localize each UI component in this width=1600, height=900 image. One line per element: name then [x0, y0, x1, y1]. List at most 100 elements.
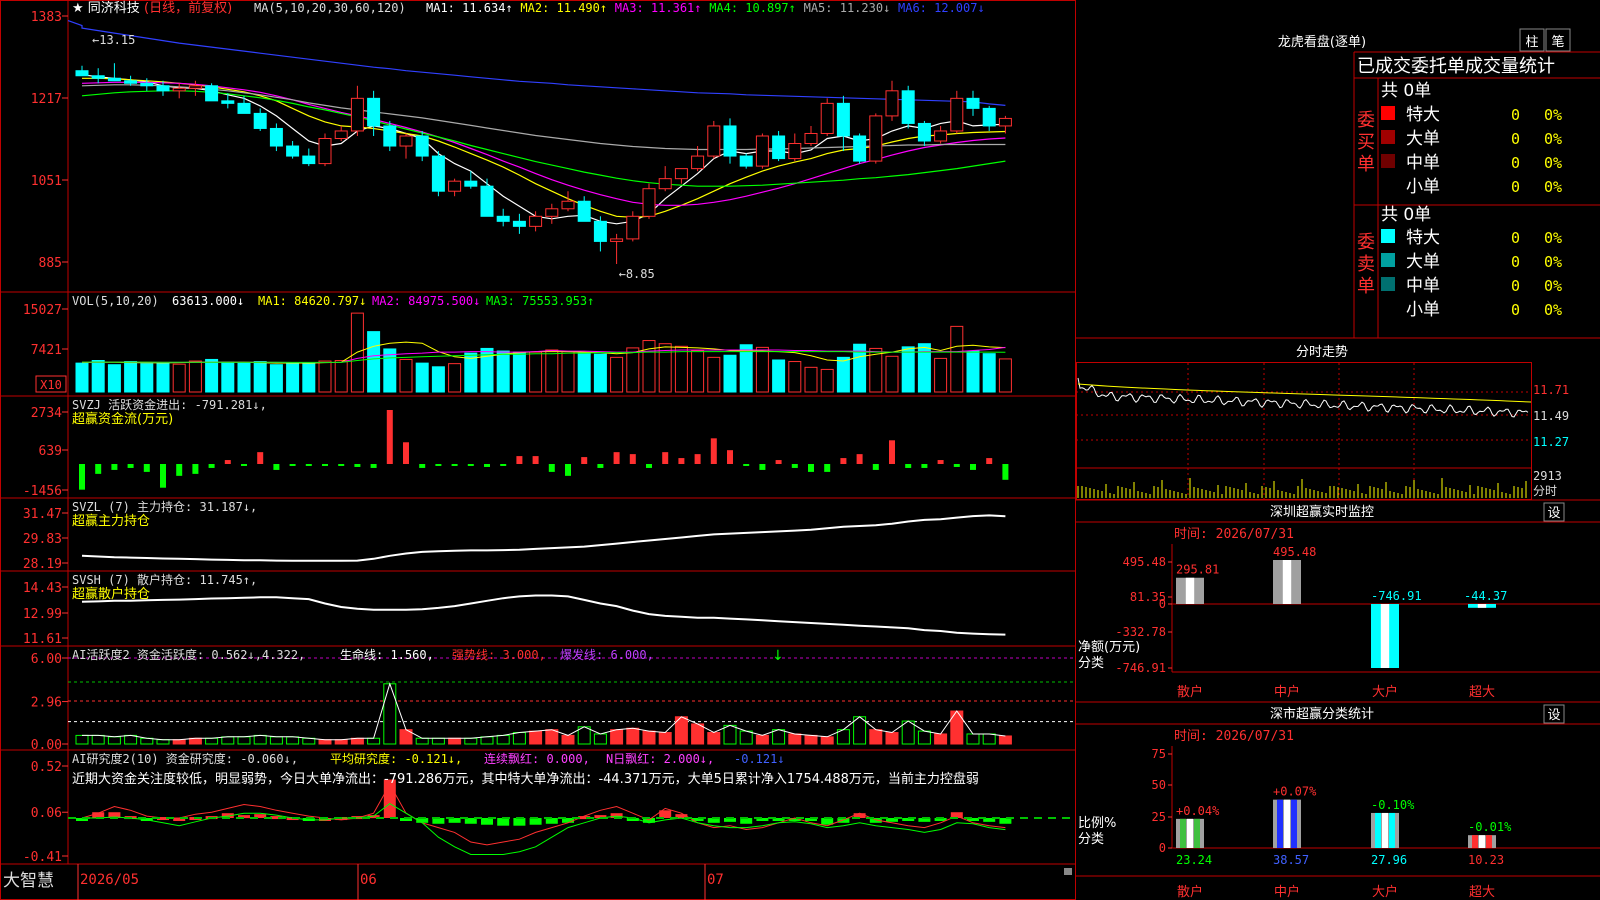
svzj-ytick: 639	[39, 444, 62, 459]
fund-flow-bar	[856, 454, 863, 464]
down-arrow-icon: ↓	[772, 648, 784, 664]
row-pct: 0%	[1544, 301, 1562, 319]
ma-params: MA(5,10,20,30,60,120)	[254, 1, 406, 15]
svzl-subtitle: 超赢主力持仓	[72, 513, 150, 529]
fund-flow-bar	[808, 464, 814, 472]
activity-bar	[496, 734, 510, 745]
activity-bar	[610, 729, 624, 745]
candle	[253, 112, 267, 129]
row-name: 小单	[1406, 177, 1440, 197]
legend-square	[1381, 229, 1395, 243]
xaxis-date: 06	[360, 872, 377, 888]
fund-flow-bar	[338, 464, 345, 466]
fund-flow-bar	[451, 464, 458, 466]
fund-flow-bar	[662, 452, 669, 464]
strong-line-label: 强势线: 3.000,	[452, 648, 546, 662]
volume-bar	[269, 364, 283, 393]
side-panels: 龙虎看盘(逐单) 柱笔已成交委托单成交量统计委买单委卖单共 0单共 0单特大 0 0%…	[1076, 0, 1600, 900]
activity-bar	[885, 732, 899, 745]
fund-flow-bar	[403, 442, 409, 464]
ratio-change-label: -0.10%	[1371, 798, 1415, 812]
fund-flow-bar	[548, 464, 555, 472]
volume-bar	[804, 366, 818, 393]
ratio-bar-stripe	[1472, 835, 1478, 848]
ratio-bar-stripe	[1375, 812, 1381, 848]
net-bar-3-highlight	[1477, 604, 1487, 608]
candle	[205, 85, 219, 102]
candle	[448, 180, 462, 192]
fund-flow-bar	[419, 464, 426, 468]
ma-line-1	[81, 74, 1006, 225]
candle	[626, 215, 640, 240]
kline-chart-area[interactable]: ★ 同济科技 (日线，前复权) MA(5,10,20,30,60,120) MA1: …	[0, 0, 1076, 900]
ma-value-2: MA2: 11.490↑	[520, 1, 607, 15]
fund-flow-bar	[953, 464, 960, 467]
svzj-subtitle: 超赢资金流(万元)	[72, 411, 173, 427]
dragon-title: 龙虎看盘(逐单)	[1278, 34, 1366, 50]
fund-flow-bar	[613, 452, 620, 464]
candle	[237, 102, 251, 114]
column-button-label: 柱	[1525, 35, 1538, 50]
candle	[788, 143, 802, 160]
row-count: 0	[1511, 154, 1520, 172]
activity-bar	[804, 734, 818, 745]
svzl-ytick: 31.47	[23, 507, 62, 522]
fund-flow-bar	[224, 460, 231, 464]
fund-flow-bar	[872, 464, 879, 470]
ratio-value: 23.24	[1176, 853, 1212, 867]
svzl-ytick: 28.19	[23, 557, 62, 572]
volume-bar	[982, 353, 996, 393]
volume-bar	[593, 353, 607, 393]
fund-flow-bar	[192, 464, 199, 474]
activity-bar	[820, 736, 834, 745]
ratio-bar-highlight	[1479, 835, 1485, 848]
activity-bar	[788, 733, 802, 745]
candle	[188, 85, 202, 89]
candle	[464, 180, 478, 187]
candle	[853, 135, 867, 162]
row-name: 大单	[1406, 252, 1440, 272]
candle	[691, 155, 705, 170]
last-value-label: -0.121↓	[734, 752, 785, 766]
candle	[496, 215, 510, 222]
svzj-title: SVZJ 活跃资金进出: -791.281↓,	[72, 397, 267, 412]
monitor-ytick: 495.48	[1123, 555, 1166, 569]
avg-research-label: 平均研究度: -0.121↓,	[330, 751, 462, 766]
volume-bar	[318, 360, 332, 393]
fund-flow-bar	[743, 464, 750, 466]
volume-bar	[431, 366, 445, 393]
volume-bar	[107, 364, 121, 393]
row-pct: 0%	[1544, 277, 1562, 295]
classify-ytick: 0	[1159, 841, 1166, 855]
candle	[302, 155, 316, 165]
sell-total: 共 0单	[1381, 205, 1431, 225]
legend-square	[1381, 277, 1395, 291]
net-category: 中户	[1274, 684, 1300, 700]
fund-flow-bar	[905, 464, 912, 468]
activity-bar	[626, 727, 640, 745]
activity-bar	[448, 737, 462, 745]
candle	[674, 168, 688, 180]
candle	[91, 75, 105, 79]
activity-bar	[269, 736, 283, 745]
volume-bar	[755, 346, 769, 393]
row-name: 中单	[1406, 153, 1440, 173]
monitor-ytick: -332.78	[1115, 625, 1166, 639]
high-price-label: ←13.15	[92, 33, 135, 47]
intraday-vol-unit: 分时	[1533, 484, 1557, 498]
net-bar-label: 495.48	[1273, 545, 1316, 559]
ratio-category: 超大	[1469, 885, 1495, 900]
volume-bar	[367, 331, 381, 393]
monitor-ylabel2: 分类	[1078, 656, 1104, 671]
activity-bar	[464, 737, 478, 745]
ai1-title: AI活跃度2 资金活跃度: 0.562↓,4.322,	[72, 647, 305, 662]
ai2-ytick: -0.41	[23, 850, 62, 865]
candle	[998, 117, 1012, 127]
net-bar-label: -746.91	[1371, 589, 1422, 603]
fund-flow-bar	[95, 464, 102, 474]
buy-total: 共 0单	[1381, 81, 1431, 101]
stock-name: ★ 同济科技	[72, 1, 140, 16]
volume-bar	[237, 362, 251, 393]
ai1-ytick: 0.00	[31, 738, 62, 753]
ma-value-5: MA5: 11.230↓	[804, 1, 891, 15]
